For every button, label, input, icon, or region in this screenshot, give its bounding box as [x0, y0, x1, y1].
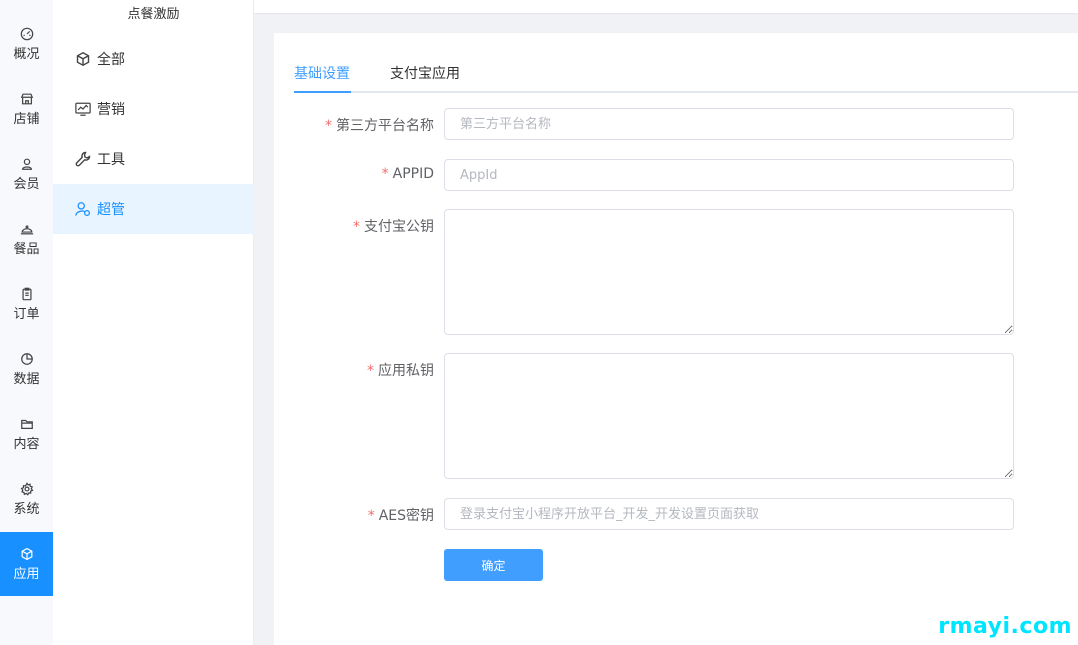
rail-item-data[interactable]: 数据 — [0, 337, 53, 401]
rail-item-overview[interactable]: 概况 — [0, 12, 53, 76]
sub-sidebar: 点餐激励 全部 营销 工具 超管 — [53, 0, 254, 645]
sub-item-label: 营销 — [97, 102, 125, 118]
user-icon — [19, 156, 35, 172]
rail-item-apps[interactable]: 应用 — [0, 532, 53, 596]
rail-item-content[interactable]: 内容 — [0, 402, 53, 466]
store-icon — [19, 91, 35, 107]
required-mark: * — [353, 219, 360, 235]
app-private-key-label: * 应用私钥 — [367, 363, 434, 379]
sub-item-super-admin[interactable]: 超管 — [53, 184, 254, 234]
sub-item-label: 工具 — [97, 152, 125, 168]
main-nav-rail: 概况 店铺 会员 餐品 订单 数据 内容 系统 应用 — [0, 0, 53, 645]
platform-name-label: * 第三方平台名称 — [325, 118, 434, 134]
tab-bar: 基础设置 支付宝应用 — [294, 55, 1078, 93]
dish-cover-icon — [19, 221, 35, 237]
platform-name-input[interactable] — [444, 108, 1014, 140]
required-mark: * — [381, 166, 389, 182]
submit-button[interactable]: 确定 — [444, 549, 543, 581]
alipay-public-key-textarea[interactable] — [444, 209, 1014, 335]
sub-item-all[interactable]: 全部 — [53, 34, 254, 84]
rail-item-dishes[interactable]: 餐品 — [0, 207, 53, 271]
sub-item-label: 超管 — [97, 202, 125, 218]
cube-icon — [73, 49, 93, 69]
tab-basic-settings[interactable]: 基础设置 — [294, 63, 350, 93]
folder-icon — [19, 416, 35, 432]
settings-panel: 基础设置 支付宝应用 *第三方平台名称 *APPID *支付宝公钥 *应用私钥 … — [274, 33, 1078, 645]
sub-item-marketing[interactable]: 营销 — [53, 84, 254, 134]
alipay-public-key-label: * 支付宝公钥 — [353, 219, 434, 235]
pie-chart-icon — [19, 351, 35, 367]
watermark: rmayi.com — [938, 614, 1072, 639]
app-private-key-textarea[interactable] — [444, 353, 1014, 479]
appid-label: * APPID — [381, 166, 434, 182]
cube-icon — [19, 546, 35, 562]
rail-item-store[interactable]: 店铺 — [0, 77, 53, 141]
dashboard-icon — [19, 26, 35, 42]
active-tab-indicator — [294, 91, 351, 93]
sub-sidebar-title: 点餐激励 — [127, 7, 180, 22]
aes-key-input[interactable] — [444, 498, 1014, 530]
required-mark: * — [367, 363, 374, 379]
wrench-icon — [73, 149, 93, 169]
gear-icon — [19, 481, 35, 497]
monitor-chart-icon — [73, 99, 93, 119]
sub-item-tools[interactable]: 工具 — [53, 134, 254, 184]
aes-key-label: * AES密钥 — [367, 508, 434, 524]
sub-item-label: 全部 — [97, 52, 125, 68]
required-mark: * — [325, 118, 332, 134]
user-gear-icon — [73, 199, 93, 219]
top-header — [254, 0, 1078, 13]
rail-item-member[interactable]: 会员 — [0, 142, 53, 206]
required-mark: * — [367, 508, 375, 524]
appid-input[interactable] — [444, 159, 1014, 191]
rail-item-orders[interactable]: 订单 — [0, 272, 53, 336]
rail-item-system[interactable]: 系统 — [0, 467, 53, 531]
clipboard-icon — [19, 286, 35, 302]
tab-alipay-app[interactable]: 支付宝应用 — [390, 63, 460, 93]
